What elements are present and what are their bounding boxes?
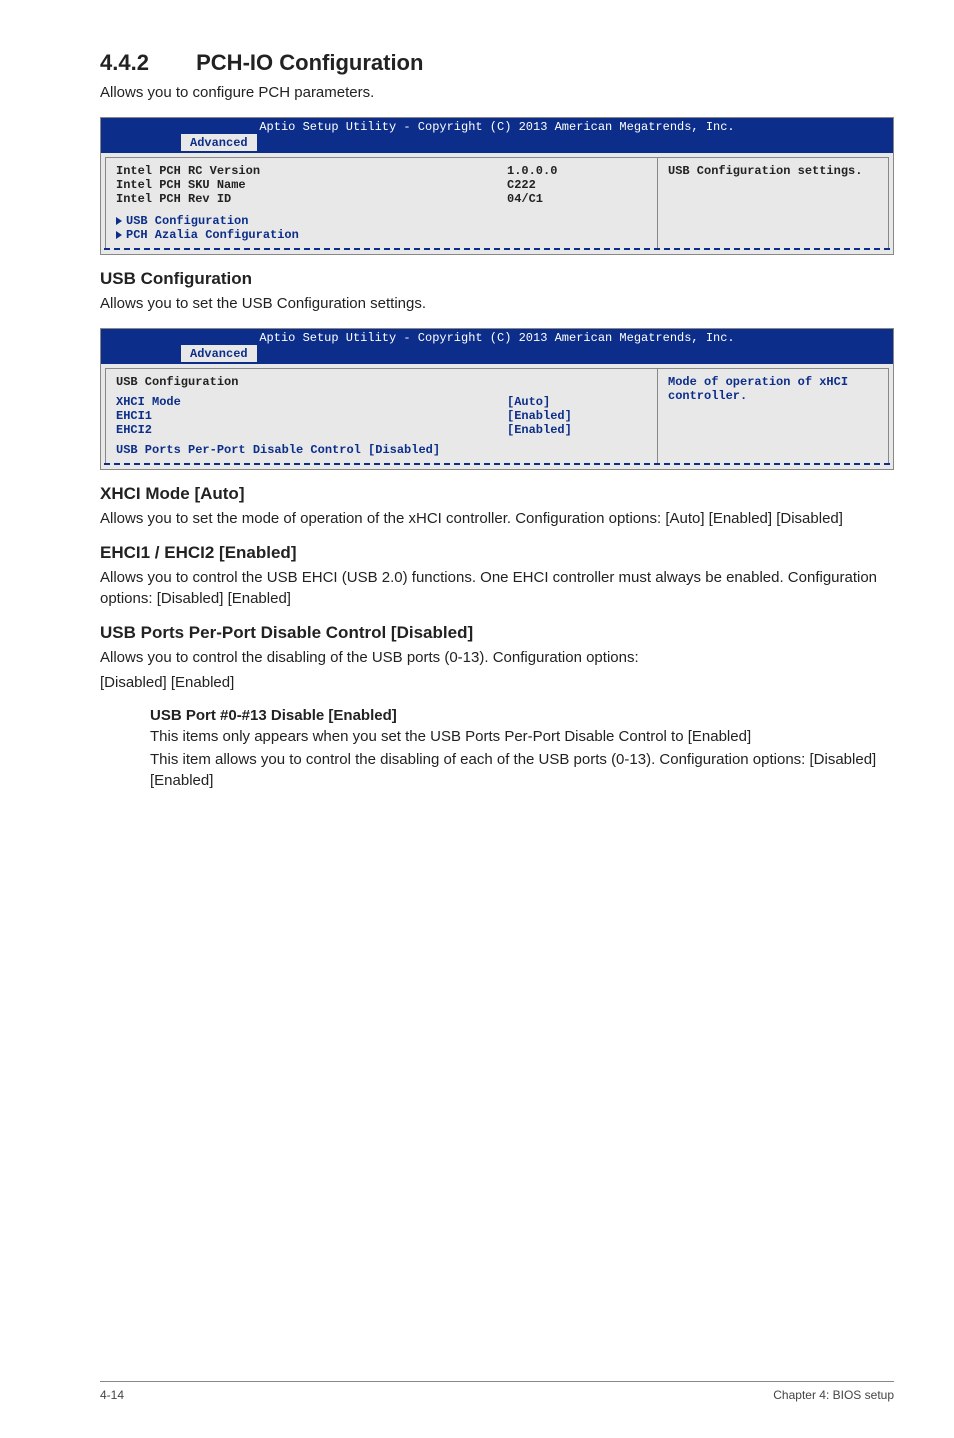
row-pch-sku-name: Intel PCH SKU Name C222 bbox=[116, 178, 647, 192]
row-key: USB Ports Per-Port Disable Control bbox=[116, 443, 361, 457]
submenu-pch-azalia-configuration[interactable]: PCH Azalia Configuration bbox=[116, 228, 647, 242]
row-pch-rc-version: Intel PCH RC Version 1.0.0.0 bbox=[116, 164, 647, 178]
text-ehci: Allows you to control the USB EHCI (USB … bbox=[100, 567, 894, 609]
row-key: EHCI1 bbox=[116, 409, 507, 423]
bios-panel-pchio: Aptio Setup Utility - Copyright (C) 2013… bbox=[100, 117, 894, 255]
bios-help-text: USB Configuration settings. bbox=[668, 164, 862, 178]
section-heading: 4.4.2 PCH-IO Configuration bbox=[100, 50, 894, 76]
row-key: EHCI2 bbox=[116, 423, 507, 437]
row-value: 04/C1 bbox=[507, 192, 647, 206]
heading-xhci-mode: XHCI Mode [Auto] bbox=[100, 484, 894, 504]
row-value: 1.0.0.0 bbox=[507, 164, 647, 178]
triangle-icon bbox=[116, 231, 122, 239]
footer-chapter: Chapter 4: BIOS setup bbox=[773, 1388, 894, 1402]
heading-usb-port-disable: USB Port #0-#13 Disable [Enabled] bbox=[150, 707, 894, 724]
row-key: Intel PCH RC Version bbox=[116, 164, 507, 178]
row-value: C222 bbox=[507, 178, 647, 192]
bios-help-pane: USB Configuration settings. bbox=[657, 158, 888, 248]
dashed-divider bbox=[104, 248, 890, 250]
row-usb-ports-per-port-disable[interactable]: USB Ports Per-Port Disable Control [Disa… bbox=[116, 443, 647, 457]
row-xhci-mode[interactable]: XHCI Mode [Auto] bbox=[116, 395, 647, 409]
tab-advanced[interactable]: Advanced bbox=[181, 345, 257, 362]
tab-advanced[interactable]: Advanced bbox=[181, 134, 257, 151]
heading-ppd: USB Ports Per-Port Disable Control [Disa… bbox=[100, 623, 894, 643]
submenu-label: PCH Azalia Configuration bbox=[126, 228, 299, 242]
row-pch-rev-id: Intel PCH Rev ID 04/C1 bbox=[116, 192, 647, 206]
text-usb-configuration-intro: Allows you to set the USB Configuration … bbox=[100, 293, 894, 314]
bios-left-pane: Intel PCH RC Version 1.0.0.0 Intel PCH S… bbox=[106, 158, 657, 248]
bios-help-text: Mode of operation of xHCI controller. bbox=[668, 375, 848, 403]
bios-header: Aptio Setup Utility - Copyright (C) 2013… bbox=[101, 118, 893, 153]
bios-header: Aptio Setup Utility - Copyright (C) 2013… bbox=[101, 329, 893, 364]
bios-header-title: Aptio Setup Utility - Copyright (C) 2013… bbox=[101, 120, 893, 134]
text-usb-port-disable-2: This item allows you to control the disa… bbox=[150, 749, 894, 791]
row-key: Intel PCH Rev ID bbox=[116, 192, 507, 206]
row-value: [Enabled] bbox=[507, 409, 647, 423]
text-usb-port-disable-1: This items only appears when you set the… bbox=[150, 726, 894, 747]
page-footer: 4-14 Chapter 4: BIOS setup bbox=[100, 1381, 894, 1402]
row-value: [Enabled] bbox=[507, 423, 647, 437]
row-value: [Disabled] bbox=[368, 443, 440, 457]
row-key: XHCI Mode bbox=[116, 395, 507, 409]
bios-section-title: USB Configuration bbox=[116, 375, 647, 389]
heading-usb-configuration: USB Configuration bbox=[100, 269, 894, 289]
bios-help-pane: Mode of operation of xHCI controller. bbox=[657, 369, 888, 463]
row-key: Intel PCH SKU Name bbox=[116, 178, 507, 192]
submenu-usb-configuration[interactable]: USB Configuration bbox=[116, 214, 647, 228]
bios-left-pane: USB Configuration XHCI Mode [Auto] EHCI1… bbox=[106, 369, 657, 463]
heading-ehci: EHCI1 / EHCI2 [Enabled] bbox=[100, 543, 894, 563]
section-number: 4.4.2 bbox=[100, 50, 190, 76]
dashed-divider bbox=[104, 463, 890, 465]
text-ppd-1: Allows you to control the disabling of t… bbox=[100, 647, 894, 668]
bios-header-title: Aptio Setup Utility - Copyright (C) 2013… bbox=[101, 331, 893, 345]
triangle-icon bbox=[116, 217, 122, 225]
bios-panel-usb-configuration: Aptio Setup Utility - Copyright (C) 2013… bbox=[100, 328, 894, 470]
footer-page-number: 4-14 bbox=[100, 1388, 124, 1402]
submenu-label: USB Configuration bbox=[126, 214, 248, 228]
text-xhci-mode: Allows you to set the mode of operation … bbox=[100, 508, 894, 529]
text-ppd-2: [Disabled] [Enabled] bbox=[100, 672, 894, 693]
section-intro: Allows you to configure PCH parameters. bbox=[100, 82, 894, 103]
row-value: [Auto] bbox=[507, 395, 647, 409]
row-ehci1[interactable]: EHCI1 [Enabled] bbox=[116, 409, 647, 423]
section-title: PCH-IO Configuration bbox=[196, 50, 423, 75]
row-ehci2[interactable]: EHCI2 [Enabled] bbox=[116, 423, 647, 437]
